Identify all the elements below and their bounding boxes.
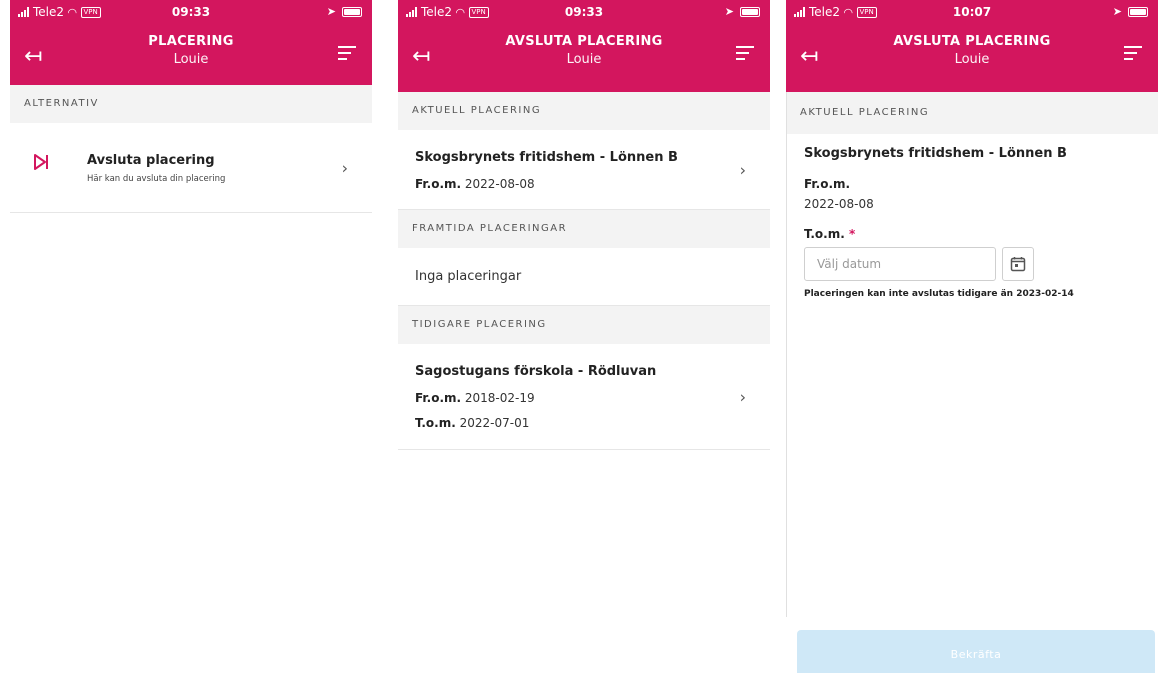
section-header-previous: TIDIGARE PLACERING [398, 306, 770, 344]
status-bar: Tele2 ◠ VPN 09:33 ➤ [10, 0, 372, 24]
app-header: Tele2 ◠ VPN 09:33 ➤ ↤ PLACERING Louie [10, 0, 372, 85]
page-subtitle: Louie [566, 52, 602, 67]
calendar-icon [1010, 257, 1026, 272]
page-subtitle: Louie [954, 52, 990, 67]
section-header-current: AKTUELL PLACERING [786, 92, 1158, 134]
location-icon: ➤ [1112, 5, 1122, 18]
previous-placement-row[interactable]: Sagostugans förskola - Rödluvan Fr.o.m. … [398, 344, 770, 450]
confirm-button[interactable]: Bekräfta [797, 630, 1155, 673]
to-label: T.o.m. [415, 416, 456, 430]
chevron-right-icon: › [739, 387, 746, 406]
battery-icon [1128, 6, 1148, 17]
menu-icon[interactable] [1124, 46, 1142, 64]
option-title: Avsluta placering [87, 153, 215, 168]
required-mark: * [848, 227, 856, 241]
end-date-input[interactable] [804, 247, 996, 281]
screen-placering: Tele2 ◠ VPN 09:33 ➤ ↤ PLACERING Louie AL… [10, 0, 372, 673]
placement-name: Skogsbrynets fritidshem - Lönnen B [804, 146, 1067, 161]
chevron-right-icon: › [341, 158, 348, 177]
app-header: Tele2 ◠ VPN 09:33 ➤ ↤ AVSLUTA PLACERING … [398, 0, 770, 92]
option-end-placement[interactable]: Avsluta placering Här kan du avsluta din… [10, 123, 372, 213]
panel-divider [786, 92, 787, 617]
no-placements-text: Inga placeringar [398, 248, 770, 306]
app-header: Tele2 ◠ VPN 10:07 ➤ ↤ AVSLUTA PLACERING … [786, 0, 1158, 92]
to-label: T.o.m. [804, 227, 845, 241]
end-placement-form: Skogsbrynets fritidshem - Lönnen B Fr.o.… [786, 134, 1158, 299]
section-header-alternativ: ALTERNATIV [10, 85, 372, 123]
calendar-button[interactable] [1002, 247, 1034, 281]
screen-avsluta-placering: Tele2 ◠ VPN 09:33 ➤ ↤ AVSLUTA PLACERING … [398, 0, 770, 673]
from-label: Fr.o.m. [415, 391, 462, 405]
from-value: 2022-08-08 [804, 197, 874, 211]
back-icon[interactable]: ↤ [800, 46, 818, 68]
from-value: 2022-08-08 [464, 177, 535, 191]
page-subtitle: Louie [173, 52, 209, 67]
page-title: AVSLUTA PLACERING [893, 34, 1051, 49]
screen-avsluta-placering-form: Tele2 ◠ VPN 10:07 ➤ ↤ AVSLUTA PLACERING … [786, 0, 1158, 673]
placement-name: Skogsbrynets fritidshem - Lönnen B [415, 150, 678, 165]
placement-name: Sagostugans förskola - Rödluvan [415, 364, 657, 379]
status-bar: Tele2 ◠ VPN 10:07 ➤ [786, 0, 1158, 24]
page-title: AVSLUTA PLACERING [505, 34, 663, 49]
menu-icon[interactable] [338, 46, 356, 64]
menu-icon[interactable] [736, 46, 754, 64]
current-placement-row[interactable]: Skogsbrynets fritidshem - Lönnen B Fr.o.… [398, 130, 770, 210]
chevron-right-icon: › [739, 160, 746, 179]
section-header-future: FRAMTIDA PLACERINGAR [398, 210, 770, 248]
status-time: 09:33 [171, 5, 211, 19]
to-value: 2022-07-01 [459, 416, 530, 430]
location-icon: ➤ [326, 5, 336, 18]
battery-icon [740, 6, 760, 17]
option-description: Här kan du avsluta din placering [87, 174, 226, 184]
end-placement-icon [34, 154, 48, 170]
from-label: Fr.o.m. [804, 177, 851, 191]
location-icon: ➤ [724, 5, 734, 18]
from-value: 2018-02-19 [464, 391, 535, 405]
status-time: 09:33 [564, 5, 604, 19]
battery-icon [342, 6, 362, 17]
from-label: Fr.o.m. [415, 177, 462, 191]
back-icon[interactable]: ↤ [412, 46, 430, 68]
section-header-current: AKTUELL PLACERING [398, 92, 770, 130]
back-icon[interactable]: ↤ [24, 46, 42, 68]
status-time: 10:07 [952, 5, 992, 19]
date-hint: Placeringen kan inte avslutas tidigare ä… [804, 289, 1074, 299]
page-title: PLACERING [148, 34, 234, 49]
status-bar: Tele2 ◠ VPN 09:33 ➤ [398, 0, 770, 24]
